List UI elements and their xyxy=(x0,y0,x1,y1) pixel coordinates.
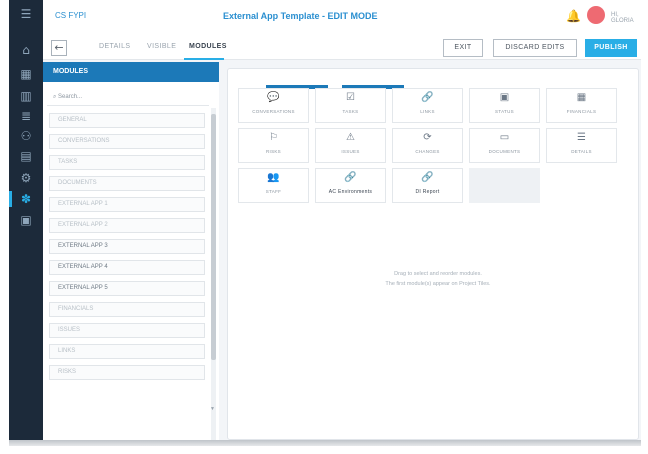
tab-modules[interactable]: MODULES xyxy=(189,43,227,50)
back-arrow-icon[interactable]: ← xyxy=(51,40,67,56)
module-list-item[interactable]: LINKS xyxy=(49,344,205,359)
module-tile[interactable]: 🔗 LINKS xyxy=(392,88,463,123)
module-tile-label: DI Report xyxy=(415,189,440,195)
scroll-down-icon[interactable]: ▼ xyxy=(210,406,215,412)
warning-icon: ⚠ xyxy=(346,132,355,143)
module-tile-label: FINANCIALS xyxy=(566,109,597,114)
module-tile-label: ISSUES xyxy=(341,149,360,154)
page-title: External App Template - EDIT MODE xyxy=(223,11,378,21)
module-list-item[interactable]: DOCUMENTS xyxy=(49,176,205,191)
module-tile-label: DOCUMENTS xyxy=(488,149,521,154)
people-icon[interactable]: ⚇ xyxy=(18,128,34,144)
module-list-item[interactable]: EXTERNAL APP 2 xyxy=(49,218,205,233)
module-list-item[interactable]: RISKS xyxy=(49,365,205,380)
module-tile-label: RISKS xyxy=(265,149,281,154)
discard-edits-button[interactable]: DISCARD EDITS xyxy=(493,39,577,57)
module-list-item[interactable]: EXTERNAL APP 5 xyxy=(49,281,205,296)
modules-panel-title: MODULES xyxy=(53,68,88,75)
module-tile[interactable]: ⚐ RISKS xyxy=(238,128,309,163)
module-list-item[interactable]: EXTERNAL APP 1 xyxy=(49,197,205,212)
empty-drop-slot[interactable] xyxy=(469,168,540,203)
module-tile-label: STAFF xyxy=(265,189,282,194)
tab-visible[interactable]: VISIBLE xyxy=(147,43,176,50)
folder-icon[interactable]: ▤ xyxy=(18,148,34,164)
module-search-input[interactable]: ⌕ Search... xyxy=(47,88,209,106)
module-hint: Drag to select and reorder modules. The … xyxy=(338,269,538,289)
module-tile[interactable]: 💬 CONVERSATIONS xyxy=(238,88,309,123)
staff-icon: 👥 xyxy=(267,172,280,183)
list-icon[interactable]: ≣ xyxy=(18,108,34,124)
exit-button[interactable]: EXIT xyxy=(443,39,483,57)
module-list-item[interactable]: FINANCIALS xyxy=(49,302,205,317)
module-tile-label: CHANGES xyxy=(415,149,440,154)
modules-panel-header: MODULES xyxy=(43,62,219,82)
module-board: Drag to select and reorder modules. The … xyxy=(227,68,639,440)
module-canvas: Drag to select and reorder modules. The … xyxy=(219,62,641,440)
module-tile[interactable]: 🔗 AC Environments xyxy=(315,168,386,203)
module-list-item[interactable]: EXTERNAL APP 4 xyxy=(49,260,205,275)
chart-icon[interactable]: ▥ xyxy=(18,88,34,104)
publish-button[interactable]: PUBLISH xyxy=(585,39,637,57)
module-tile[interactable]: ⚠ ISSUES xyxy=(315,128,386,163)
icon-rail: ☰ ⌂ ▦ ▥ ≣ ⚇ ▤ ⚙ ✽ ▣ xyxy=(9,0,43,440)
details-icon: ☰ xyxy=(577,132,586,143)
grid-icon[interactable]: ▦ xyxy=(18,66,34,82)
tab-active-underline xyxy=(184,58,224,60)
link-icon: 🔗 xyxy=(421,172,434,183)
avatar[interactable] xyxy=(587,6,605,24)
module-list-item[interactable]: GENERAL xyxy=(49,113,205,128)
module-tile[interactable]: ☑ TASKS xyxy=(315,88,386,123)
calendar-icon[interactable]: ▣ xyxy=(18,212,34,228)
window-shadow xyxy=(9,440,641,446)
module-tile[interactable]: 🔗 DI Report xyxy=(392,168,463,203)
module-tile-label: CONVERSATIONS xyxy=(252,109,295,114)
document-icon: ▭ xyxy=(499,132,510,143)
module-tile[interactable]: ▦ FINANCIALS xyxy=(546,88,617,123)
breadcrumb[interactable]: CS FYPI xyxy=(55,11,86,20)
module-tile[interactable]: ▭ DOCUMENTS xyxy=(469,128,540,163)
modules-panel: MODULES ⌕ Search... GENERAL CONVERSATIONS… xyxy=(43,62,219,440)
module-tile-label: LINKS xyxy=(420,109,435,114)
module-tile-label: TASKS xyxy=(342,109,359,114)
module-list-item[interactable]: EXTERNAL APP 3 xyxy=(49,239,205,254)
hint-line: The first module(s) appear on Project Ti… xyxy=(385,281,491,287)
settings-icon[interactable]: ⚙ xyxy=(18,170,34,186)
module-tile-label: AC Environments xyxy=(328,189,373,195)
menu-icon[interactable]: ☰ xyxy=(18,6,34,22)
top-bar: CS FYPI External App Template - EDIT MOD… xyxy=(43,0,641,36)
module-tile-label: DETAILS xyxy=(571,149,592,154)
module-list-item[interactable]: TASKS xyxy=(49,155,205,170)
link-icon: 🔗 xyxy=(421,92,434,103)
app-window: ☰ ⌂ ▦ ▥ ≣ ⚇ ▤ ⚙ ✽ ▣ CS FYPI External App… xyxy=(9,0,641,440)
module-list-item[interactable]: ISSUES xyxy=(49,323,205,338)
search-icon: ⌕ xyxy=(53,94,57,100)
user-menu[interactable]: HI, GLORIA xyxy=(611,12,641,24)
status-icon: ▣ xyxy=(499,92,510,103)
module-tile[interactable]: ⟳ CHANGES xyxy=(392,128,463,163)
page: ☰ ⌂ ▦ ▥ ≣ ⚇ ▤ ⚙ ✽ ▣ CS FYPI External App… xyxy=(0,0,648,454)
checklist-icon: ☑ xyxy=(346,92,355,103)
module-tile-label: STATUS xyxy=(495,109,514,114)
module-list-item[interactable]: CONVERSATIONS xyxy=(49,134,205,149)
module-tile[interactable]: ☰ DETAILS xyxy=(546,128,617,163)
tab-bar: ← DETAILS VISIBLE MODULES EXIT DISCARD E… xyxy=(43,36,641,60)
tab-details[interactable]: DETAILS xyxy=(99,43,130,50)
hint-line: Drag to select and reorder modules. xyxy=(394,271,482,277)
flag-icon: ⚐ xyxy=(269,132,278,143)
bell-icon[interactable]: 🔔 xyxy=(566,9,581,23)
puzzle-icon[interactable]: ✽ xyxy=(18,191,34,207)
financials-icon: ▦ xyxy=(576,92,587,103)
search-placeholder: Search... xyxy=(58,94,83,100)
scrollbar-thumb[interactable] xyxy=(211,114,216,360)
chat-icon: 💬 xyxy=(267,92,280,103)
home-icon[interactable]: ⌂ xyxy=(18,42,34,58)
module-tile[interactable]: ▣ STATUS xyxy=(469,88,540,123)
rail-active-indicator xyxy=(9,191,12,207)
module-tile[interactable]: 👥 STAFF xyxy=(238,168,309,203)
changes-icon: ⟳ xyxy=(423,132,432,143)
link-icon: 🔗 xyxy=(344,172,357,183)
